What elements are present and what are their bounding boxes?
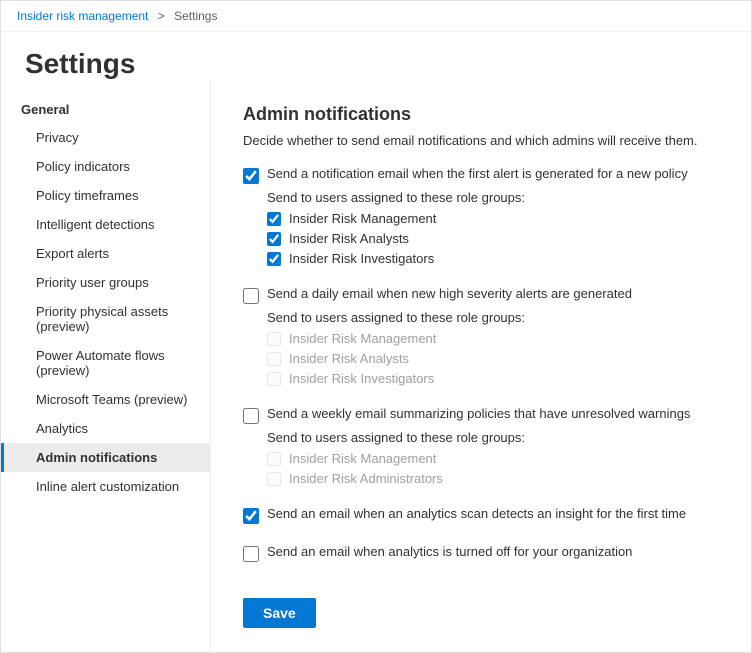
notification-block-new-policy: Send a notification email when the first… xyxy=(243,166,719,266)
roles-label-weekly: Send to users assigned to these role gro… xyxy=(267,430,719,445)
breadcrumb-separator: > xyxy=(158,9,165,23)
checkbox-new-policy[interactable] xyxy=(243,168,259,184)
role-row-iri-2: Insider Risk Investigators xyxy=(267,371,719,386)
checkbox-role-iri-2[interactable] xyxy=(267,372,281,386)
sidebar-item-admin-notifications[interactable]: Admin notifications xyxy=(1,443,210,472)
sidebar-item-intelligent-detections[interactable]: Intelligent detections xyxy=(1,210,210,239)
role-label-irm-1: Insider Risk Management xyxy=(289,211,436,226)
sidebar-item-microsoft-teams[interactable]: Microsoft Teams (preview) xyxy=(1,385,210,414)
notification-block-analytics-insight: Send an email when an analytics scan det… xyxy=(243,506,719,524)
save-button[interactable]: Save xyxy=(243,598,316,628)
role-label-irm-2: Insider Risk Management xyxy=(289,331,436,346)
checkbox-label-new-policy: Send a notification email when the first… xyxy=(267,166,688,181)
role-label-iri-2: Insider Risk Investigators xyxy=(289,371,434,386)
checkbox-row-analytics-insight: Send an email when an analytics scan det… xyxy=(243,506,719,524)
roles-label-daily: Send to users assigned to these role gro… xyxy=(267,310,719,325)
nav-group-label: General xyxy=(1,96,210,123)
page-header: Settings xyxy=(1,32,751,80)
checkbox-row-daily: Send a daily email when new high severit… xyxy=(243,286,719,304)
checkbox-row-analytics-off: Send an email when analytics is turned o… xyxy=(243,544,719,562)
page-wrapper: Insider risk management > Settings Setti… xyxy=(0,0,752,653)
checkbox-label-analytics-off: Send an email when analytics is turned o… xyxy=(267,544,632,559)
role-row-irm-2: Insider Risk Management xyxy=(267,331,719,346)
sidebar-item-export-alerts[interactable]: Export alerts xyxy=(1,239,210,268)
sidebar-item-analytics[interactable]: Analytics xyxy=(1,414,210,443)
sidebar-item-power-automate-flows[interactable]: Power Automate flows (preview) xyxy=(1,341,210,385)
main-layout: General Privacy Policy indicators Policy… xyxy=(1,80,751,652)
breadcrumb-current: Settings xyxy=(174,9,217,23)
checkbox-weekly[interactable] xyxy=(243,408,259,424)
checkbox-role-ira-2[interactable] xyxy=(267,352,281,366)
checkbox-role-irm-3[interactable] xyxy=(267,452,281,466)
checkbox-row-new-policy: Send a notification email when the first… xyxy=(243,166,719,184)
checkbox-role-ira-1[interactable] xyxy=(267,232,281,246)
role-row-iri-1: Insider Risk Investigators xyxy=(267,251,719,266)
notification-block-daily: Send a daily email when new high severit… xyxy=(243,286,719,386)
sub-section-weekly: Send to users assigned to these role gro… xyxy=(267,430,719,486)
sidebar-item-policy-timeframes[interactable]: Policy timeframes xyxy=(1,181,210,210)
role-label-ira-3: Insider Risk Administrators xyxy=(289,471,443,486)
checkbox-role-ira-3[interactable] xyxy=(267,472,281,486)
sidebar-item-priority-physical-assets[interactable]: Priority physical assets (preview) xyxy=(1,297,210,341)
sidebar-item-privacy[interactable]: Privacy xyxy=(1,123,210,152)
checkbox-analytics-insight[interactable] xyxy=(243,508,259,524)
left-nav: General Privacy Policy indicators Policy… xyxy=(1,80,211,652)
roles-label-new-policy: Send to users assigned to these role gro… xyxy=(267,190,719,205)
role-row-irm-1: Insider Risk Management xyxy=(267,211,719,226)
sidebar-item-priority-user-groups[interactable]: Priority user groups xyxy=(1,268,210,297)
checkbox-role-irm-2[interactable] xyxy=(267,332,281,346)
role-label-irm-3: Insider Risk Management xyxy=(289,451,436,466)
right-panel: Admin notifications Decide whether to se… xyxy=(211,80,751,652)
section-title: Admin notifications xyxy=(243,104,719,125)
checkbox-role-irm-1[interactable] xyxy=(267,212,281,226)
role-row-ira-3: Insider Risk Administrators xyxy=(267,471,719,486)
checkbox-analytics-off[interactable] xyxy=(243,546,259,562)
role-row-ira-2: Insider Risk Analysts xyxy=(267,351,719,366)
role-label-iri-1: Insider Risk Investigators xyxy=(289,251,434,266)
page-title: Settings xyxy=(25,48,727,80)
breadcrumb: Insider risk management > Settings xyxy=(1,1,751,32)
sub-section-daily: Send to users assigned to these role gro… xyxy=(267,310,719,386)
checkbox-daily[interactable] xyxy=(243,288,259,304)
breadcrumb-parent[interactable]: Insider risk management xyxy=(17,9,148,23)
role-label-ira-1: Insider Risk Analysts xyxy=(289,231,409,246)
sidebar-item-inline-alert-customization[interactable]: Inline alert customization xyxy=(1,472,210,501)
sub-section-new-policy: Send to users assigned to these role gro… xyxy=(267,190,719,266)
notification-block-weekly: Send a weekly email summarizing policies… xyxy=(243,406,719,486)
role-row-irm-3: Insider Risk Management xyxy=(267,451,719,466)
section-description: Decide whether to send email notificatio… xyxy=(243,133,719,148)
checkbox-role-iri-1[interactable] xyxy=(267,252,281,266)
notification-block-analytics-off: Send an email when analytics is turned o… xyxy=(243,544,719,562)
checkbox-label-daily: Send a daily email when new high severit… xyxy=(267,286,632,301)
checkbox-label-analytics-insight: Send an email when an analytics scan det… xyxy=(267,506,686,521)
role-label-ira-2: Insider Risk Analysts xyxy=(289,351,409,366)
checkbox-row-weekly: Send a weekly email summarizing policies… xyxy=(243,406,719,424)
checkbox-label-weekly: Send a weekly email summarizing policies… xyxy=(267,406,690,421)
role-row-ira-1: Insider Risk Analysts xyxy=(267,231,719,246)
sidebar-item-policy-indicators[interactable]: Policy indicators xyxy=(1,152,210,181)
